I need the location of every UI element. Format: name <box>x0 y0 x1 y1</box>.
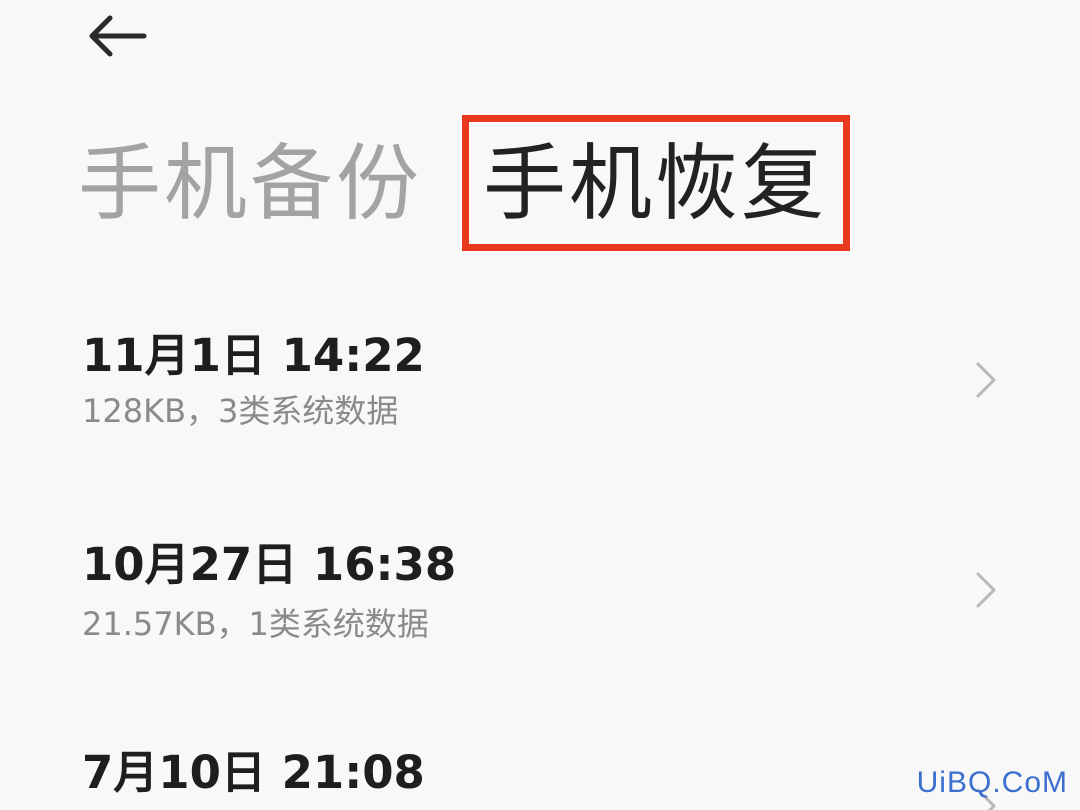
tab-phone-restore[interactable]: 手机恢复 <box>483 142 827 225</box>
backup-date-title: 10月27日 16:38 <box>82 538 457 591</box>
backup-date-title: 11月1日 14:22 <box>82 329 425 382</box>
tab-phone-backup[interactable]: 手机备份 <box>78 142 422 225</box>
backup-detail: 128KB，3类系统数据 <box>82 392 399 430</box>
tab-bar: 手机备份 手机恢复 <box>78 108 850 258</box>
chevron-right-icon <box>976 572 996 608</box>
backup-detail: 21.57KB，1类系统数据 <box>82 605 429 643</box>
arrow-left-icon <box>89 15 147 57</box>
backup-date-title: 7月10日 21:08 <box>82 746 425 799</box>
back-button[interactable] <box>84 10 150 62</box>
backup-list-item-1[interactable]: 11月1日 14:22 128KB，3类系统数据 <box>0 300 1080 460</box>
tab-highlight-box: 手机恢复 <box>462 115 850 251</box>
watermark-text: UiBQ.CoM <box>916 766 1068 799</box>
chevron-right-icon <box>976 362 996 398</box>
backup-list-item-2[interactable]: 10月27日 16:38 21.57KB，1类系统数据 <box>0 512 1080 672</box>
